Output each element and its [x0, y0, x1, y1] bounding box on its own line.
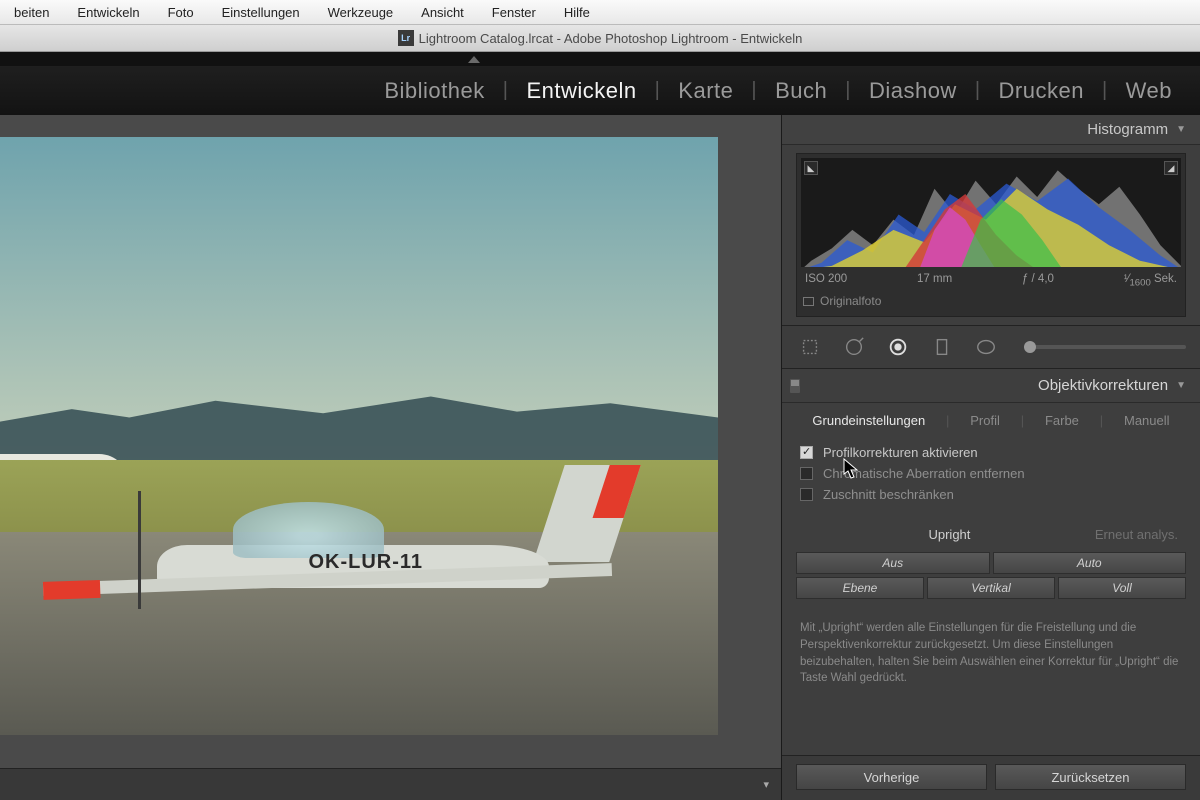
panel-collapse-icon[interactable] [468, 56, 480, 63]
lens-tab-2[interactable]: Farbe [1041, 411, 1083, 430]
menu-item[interactable]: Ansicht [407, 5, 478, 20]
top-divider [0, 52, 1200, 66]
module-entwickeln[interactable]: Entwickeln [508, 78, 654, 104]
os-menubar: beiten Entwickeln Foto Einstellungen Wer… [0, 0, 1200, 25]
upright-off-button[interactable]: Aus [796, 552, 990, 574]
app-icon: Lr [398, 30, 414, 46]
tool-strip [782, 325, 1200, 369]
upright-info-text: Mit „Upright“ werden alle Einstellungen … [782, 602, 1200, 697]
stage-toolbar: ▾ [0, 768, 781, 800]
module-web[interactable]: Web [1108, 78, 1190, 104]
original-label: Originalfoto [820, 294, 881, 308]
reanalyze-button[interactable]: Erneut analys. [1095, 527, 1178, 542]
exif-aperture: ƒ / 4,0 [1022, 273, 1054, 288]
crop-tool-icon[interactable] [796, 333, 824, 361]
menu-item[interactable]: Einstellungen [208, 5, 314, 20]
remove-ca-input[interactable] [800, 467, 813, 480]
constrain-crop-checkbox[interactable]: Zuschnitt beschränken [800, 484, 1182, 505]
menu-item[interactable]: Foto [154, 5, 208, 20]
upright-label: Upright [804, 527, 1095, 542]
module-drucken[interactable]: Drucken [981, 78, 1102, 104]
tab-separator: | [942, 411, 953, 430]
aircraft-registration: OK-LUR-11 [308, 551, 423, 574]
module-diashow[interactable]: Diashow [851, 78, 975, 104]
right-panel: Histogramm ▼ ◣ ◢ IS [781, 115, 1200, 800]
menu-item[interactable]: Fenster [478, 5, 550, 20]
photo-preview: OK-LUR-11 [0, 137, 718, 735]
gradient-tool-icon[interactable] [928, 333, 956, 361]
image-canvas[interactable]: OK-LUR-11 [0, 115, 781, 768]
tab-separator: | [1017, 411, 1028, 430]
lens-corrections-title: Objektivkorrekturen [1038, 377, 1168, 394]
window-titlebar: Lr Lightroom Catalog.lrcat - Adobe Photo… [0, 25, 1200, 52]
exif-row: ISO 200 17 mm ƒ / 4,0 ¹⁄1600 Sek. [801, 267, 1181, 290]
menu-item[interactable]: Hilfe [550, 5, 604, 20]
histogram-header[interactable]: Histogramm ▼ [782, 115, 1200, 145]
brush-size-slider[interactable] [1024, 345, 1186, 349]
module-picker: Bibliothek|Entwickeln|Karte|Buch|Diashow… [0, 66, 1200, 115]
exif-shutter: ¹⁄1600 Sek. [1124, 273, 1177, 288]
radial-tool-icon[interactable] [972, 333, 1000, 361]
histogram-title: Histogramm [1087, 121, 1168, 138]
chevron-down-icon: ▼ [1176, 380, 1186, 391]
lens-subtabs: Grundeinstellungen | Profil | Farbe | Manuell [782, 403, 1200, 440]
histogram-graph[interactable]: ◣ ◢ [801, 158, 1181, 267]
module-bibliothek[interactable]: Bibliothek [366, 78, 502, 104]
panel-switch-icon[interactable] [790, 379, 800, 393]
lens-tab-3[interactable]: Manuell [1120, 411, 1174, 430]
menu-item[interactable]: Werkzeuge [314, 5, 408, 20]
tab-separator: | [1096, 411, 1107, 430]
upright-level-button[interactable]: Ebene [796, 577, 924, 599]
menu-item[interactable]: Entwickeln [63, 5, 153, 20]
redeye-tool-icon[interactable] [884, 333, 912, 361]
lens-corrections-header[interactable]: Objektivkorrekturen ▼ [782, 369, 1200, 403]
module-karte[interactable]: Karte [660, 78, 751, 104]
toolbar-dropdown-icon[interactable]: ▾ [763, 778, 769, 791]
exif-focal: 17 mm [917, 273, 952, 288]
upright-auto-button[interactable]: Auto [993, 552, 1187, 574]
enable-profile-input[interactable] [800, 446, 813, 459]
previous-button[interactable]: Vorherige [796, 764, 987, 790]
window-title: Lightroom Catalog.lrcat - Adobe Photosho… [419, 31, 803, 46]
spot-removal-tool-icon[interactable] [840, 333, 868, 361]
remove-ca-checkbox[interactable]: Chromatische Aberration entfernen [800, 463, 1182, 484]
exif-iso: ISO 200 [805, 273, 847, 288]
chevron-down-icon: ▼ [1176, 124, 1186, 135]
lens-tab-1[interactable]: Profil [966, 411, 1004, 430]
constrain-crop-input[interactable] [800, 488, 813, 501]
reset-button[interactable]: Zurücksetzen [995, 764, 1186, 790]
enable-profile-checkbox[interactable]: Profilkorrekturen aktivieren [800, 442, 1182, 463]
upright-full-button[interactable]: Voll [1058, 577, 1186, 599]
lens-tab-0[interactable]: Grundeinstellungen [808, 411, 929, 430]
original-checkbox-icon[interactable] [803, 297, 814, 306]
module-buch[interactable]: Buch [757, 78, 845, 104]
menu-item[interactable]: beiten [0, 5, 63, 20]
upright-vertical-button[interactable]: Vertikal [927, 577, 1055, 599]
